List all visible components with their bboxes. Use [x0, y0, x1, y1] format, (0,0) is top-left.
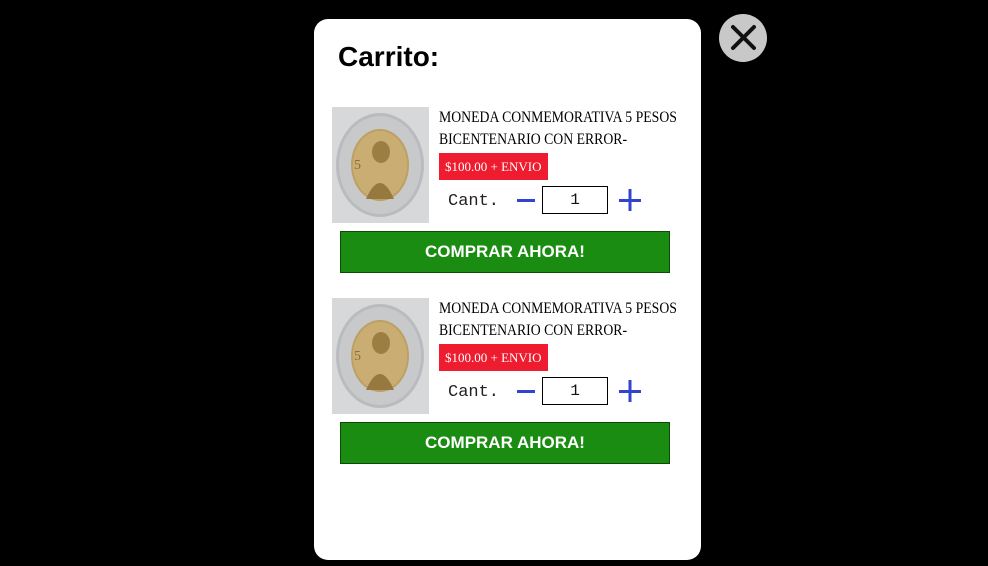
buy-now-button[interactable]: COMPRAR AHORA!: [340, 422, 670, 464]
buy-now-button[interactable]: COMPRAR AHORA!: [340, 231, 670, 273]
decrease-quantity-button[interactable]: [513, 378, 539, 406]
quantity-label: Cant.: [448, 383, 500, 402]
close-cart-button[interactable]: [719, 14, 767, 62]
cart-modal: Carrito: 5 MONEDA CONMEMORATIVA 5 PESOS …: [314, 19, 701, 560]
price-badge: $100.00 + ENVIO: [439, 153, 548, 180]
minus-icon: [517, 199, 535, 202]
quantity-label: Cant.: [448, 192, 500, 211]
cart-item: 5 MONEDA CONMEMORATIVA 5 PESOS BICENTENA…: [314, 298, 701, 464]
close-icon: [731, 25, 756, 50]
svg-text:5: 5: [354, 349, 361, 364]
minus-icon: [517, 390, 535, 393]
product-image: 5: [332, 298, 429, 414]
product-image: 5: [332, 107, 429, 223]
svg-text:5: 5: [354, 158, 361, 173]
plus-icon: [619, 189, 641, 211]
cart-item: 5 MONEDA CONMEMORATIVA 5 PESOS BICENTENA…: [314, 107, 701, 273]
increase-quantity-button[interactable]: [617, 378, 643, 406]
quantity-input[interactable]: [542, 377, 608, 405]
cart-title: Carrito:: [338, 41, 440, 72]
plus-icon: [619, 380, 641, 402]
decrease-quantity-button[interactable]: [513, 187, 539, 215]
increase-quantity-button[interactable]: [617, 187, 643, 215]
quantity-input[interactable]: [542, 186, 608, 214]
price-badge: $100.00 + ENVIO: [439, 344, 548, 371]
